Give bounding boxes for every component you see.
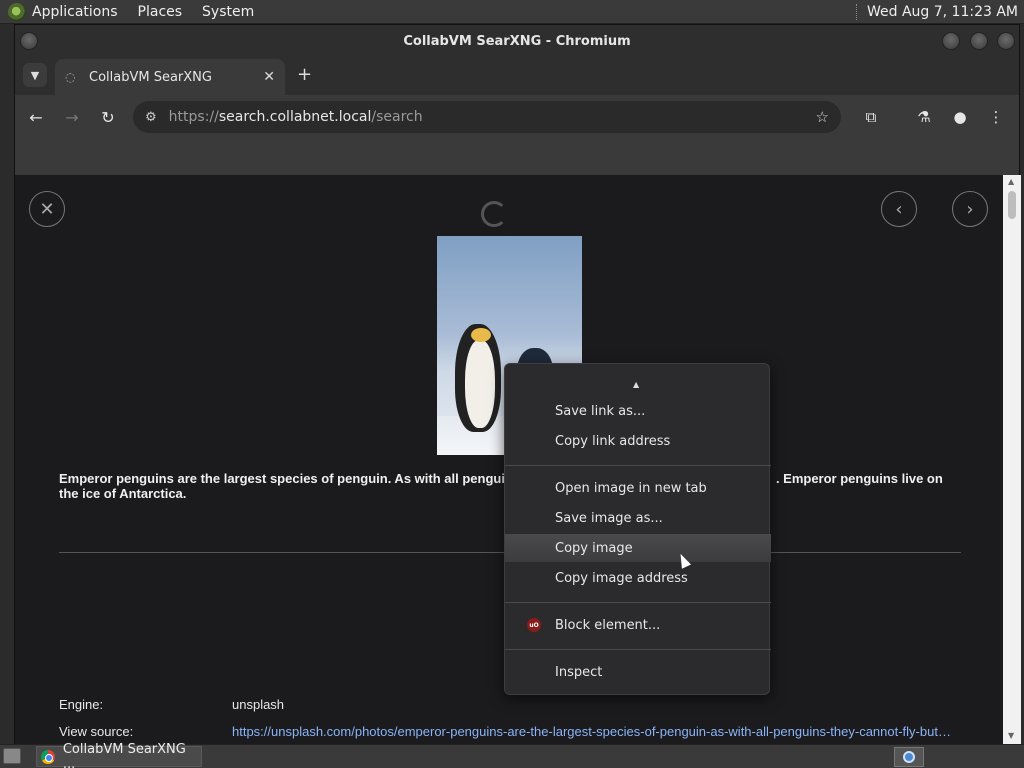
site-settings-icon[interactable]: ⚙: [145, 110, 157, 125]
window-title: CollabVM SearXNG - Chromium: [403, 33, 631, 49]
previous-result-button[interactable]: ‹: [881, 191, 917, 227]
close-icon: ✕: [39, 198, 55, 220]
menu-separator: [505, 602, 771, 603]
menu-item-save-link-as[interactable]: Save link as...: [505, 397, 771, 425]
panel-separator: [855, 3, 859, 20]
tab-title: CollabVM SearXNG: [89, 69, 212, 85]
scroll-down-icon[interactable]: ▼: [1008, 731, 1014, 740]
close-tab-icon[interactable]: ✕: [263, 69, 275, 85]
menu-separator: [505, 649, 771, 650]
distro-logo-icon[interactable]: [8, 2, 26, 21]
url-scheme: https://: [168, 109, 219, 125]
window-menu-button[interactable]: [20, 32, 38, 50]
chevron-left-icon: ‹: [895, 198, 903, 220]
arrow-right-icon: →: [65, 107, 79, 127]
globe-icon: ◌: [65, 70, 76, 84]
menu-item-copy-image-address[interactable]: Copy image address: [505, 564, 771, 592]
kebab-menu-icon[interactable]: ⋮: [985, 106, 1007, 128]
vertical-scrollbar[interactable]: ▲ ▼: [1003, 175, 1021, 745]
tab-search-button[interactable]: ▼: [23, 63, 47, 87]
taskbar-item-label: CollabVM SearXNG ...: [62, 741, 186, 768]
minimize-button[interactable]: [942, 32, 960, 50]
url-path: /search: [371, 109, 423, 125]
view-source-link[interactable]: https://unsplash.com/photos/emperor-peng…: [232, 724, 952, 739]
new-tab-button[interactable]: +: [297, 65, 312, 85]
show-desktop-icon[interactable]: [3, 748, 21, 764]
profile-avatar-icon[interactable]: ●: [949, 106, 971, 128]
bottom-taskbar: CollabVM SearXNG ...: [0, 742, 1024, 768]
menu-item-inspect[interactable]: Inspect: [505, 658, 771, 686]
reload-button[interactable]: ↻: [97, 106, 119, 128]
reload-icon: ↻: [101, 107, 115, 127]
menu-places[interactable]: Places: [138, 4, 183, 20]
view-source-label: View source:: [59, 724, 134, 739]
menu-item-save-image-as[interactable]: Save image as...: [505, 504, 771, 532]
engine-value: unsplash: [232, 697, 285, 712]
close-preview-button[interactable]: ✕: [29, 191, 65, 227]
close-window-button[interactable]: [997, 32, 1015, 50]
maximize-button[interactable]: [970, 32, 988, 50]
menu-item-copy-image[interactable]: Copy image: [505, 534, 771, 562]
arrow-left-icon: ←: [29, 107, 43, 127]
window-titlebar[interactable]: CollabVM SearXNG - Chromium: [15, 25, 1019, 57]
url-host: search.collabnet.local: [218, 109, 372, 125]
menu-applications[interactable]: Applications: [32, 4, 118, 20]
forward-button[interactable]: →: [61, 106, 83, 128]
scroll-up-icon[interactable]: ▲: [1008, 177, 1014, 186]
tab-strip: ▼ ◌ CollabVM SearXNG ✕ +: [15, 57, 1019, 95]
labs-flask-icon[interactable]: ⚗: [913, 106, 935, 128]
context-menu: ▲ Save link as... Copy link address Open…: [504, 363, 771, 695]
menu-item-block-element[interactable]: Block element...: [505, 611, 771, 639]
chromium-icon: [41, 749, 55, 764]
chevron-right-icon: ›: [966, 198, 974, 220]
address-bar[interactable]: ⚙ https://search.collabnet.local/search …: [133, 101, 841, 133]
next-result-button[interactable]: ›: [952, 191, 988, 227]
menu-item-open-image-in-new-tab[interactable]: Open image in new tab: [505, 474, 771, 502]
menu-separator: [505, 465, 771, 466]
menu-system[interactable]: System: [202, 4, 254, 20]
back-button[interactable]: ←: [25, 106, 47, 128]
bookmark-bar: [15, 139, 1019, 175]
engine-label: Engine:: [59, 697, 104, 712]
chevron-down-icon: ▼: [30, 68, 40, 82]
menu-item-copy-link-address[interactable]: Copy link address: [505, 427, 771, 455]
bookmark-star-icon[interactable]: ☆: [816, 108, 829, 126]
top-panel: Applications Places System Wed Aug 7, 11…: [0, 0, 1024, 24]
tab-collabvm-searxng[interactable]: ◌ CollabVM SearXNG ✕: [55, 59, 285, 95]
scroll-up-caret-icon[interactable]: ▲: [633, 380, 639, 389]
taskbar-item-chromium[interactable]: CollabVM SearXNG ...: [36, 742, 202, 768]
clock[interactable]: Wed Aug 7, 11:23 AM: [867, 4, 1018, 20]
loading-spinner-icon: [481, 201, 507, 227]
extensions-icon[interactable]: ⧉: [860, 106, 882, 128]
scrollbar-thumb[interactable]: [1008, 191, 1016, 219]
tray-chromium-icon[interactable]: [894, 747, 924, 767]
browser-toolbar: ← → ↻ ⚙ https://search.collabnet.local/s…: [15, 95, 1019, 139]
